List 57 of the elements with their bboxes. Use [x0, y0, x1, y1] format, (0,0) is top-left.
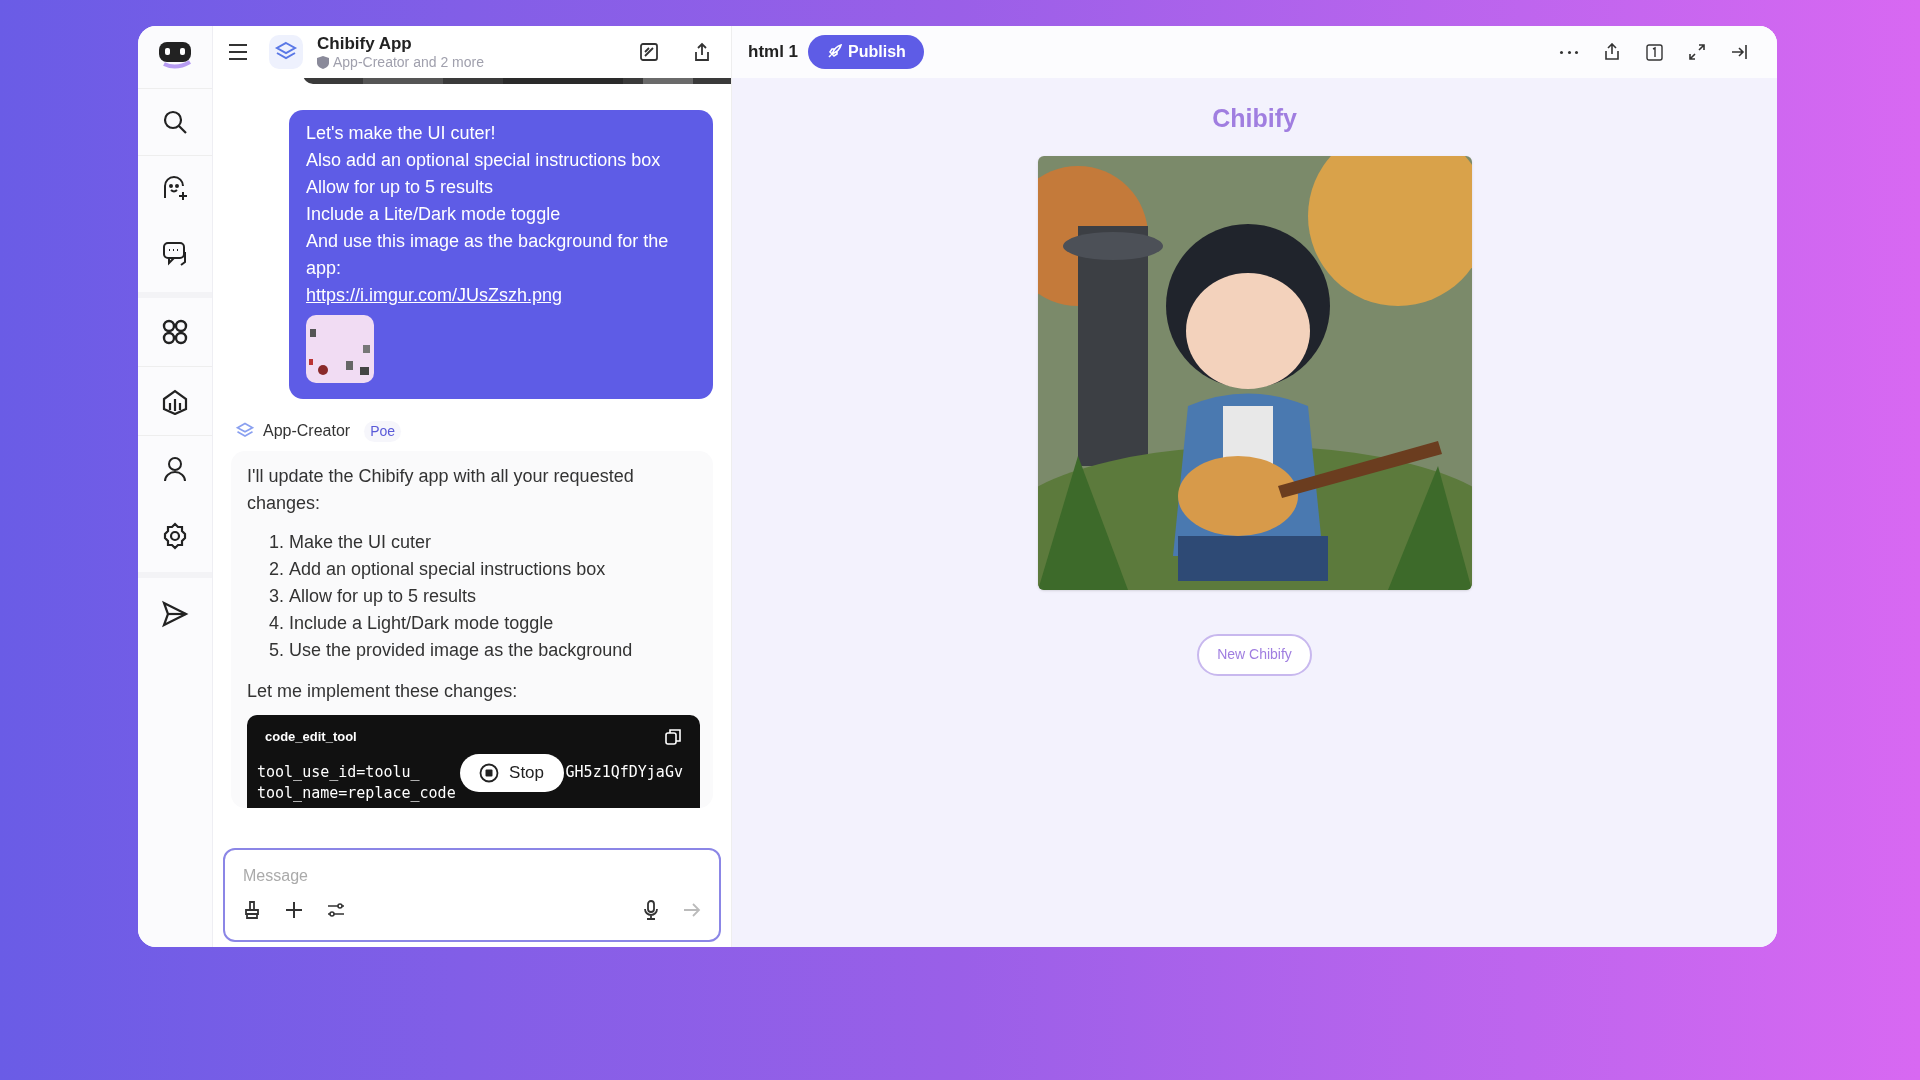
bot-name[interactable]: App-Creator: [263, 419, 351, 443]
list-item-text: Make the UI cuter: [289, 531, 432, 554]
person-icon[interactable]: [162, 456, 188, 482]
bot-badge: Poe: [364, 420, 402, 442]
list-number: 3.: [269, 585, 284, 608]
list-item-text: Allow for up to 5 results: [289, 585, 477, 608]
shield-icon: [317, 56, 329, 70]
chart-house-icon[interactable]: [161, 387, 189, 415]
list-number: 2.: [269, 558, 284, 581]
apps-icon[interactable]: [161, 318, 189, 346]
version-icon[interactable]: [1646, 43, 1663, 61]
message-text: I'll update the Chibify app with all your requested changes:: [247, 465, 635, 515]
code-text: tool_use_id=toolu_: [257, 762, 420, 783]
app-title: Chibify App: [317, 32, 413, 54]
message-field[interactable]: Message: [243, 864, 701, 888]
rocket-icon: [826, 44, 843, 60]
list-number: 4.: [269, 612, 284, 635]
publish-button[interactable]: Publish: [808, 35, 924, 69]
settings-icon[interactable]: [161, 522, 189, 550]
code-text: tool_name=replace_code: [257, 783, 457, 804]
message-text: Also add an optional special instructions box: [306, 149, 662, 172]
new-chibify-button[interactable]: New Chibify: [1197, 633, 1312, 676]
send-icon[interactable]: [161, 600, 189, 628]
app-logo-icon: [269, 35, 303, 69]
expand-icon[interactable]: [1689, 44, 1705, 60]
image-link[interactable]: https://i.imgur.com/JUsZszh.png: [306, 285, 563, 305]
copy-icon[interactable]: [664, 727, 682, 746]
share-icon[interactable]: [693, 42, 711, 62]
message-text: Include a Lite/Dark mode toggle: [306, 203, 562, 226]
list-item-text: Include a Light/Dark mode toggle: [289, 612, 554, 635]
list-item-text: Use the provided image as the background: [289, 639, 633, 662]
microphone-icon[interactable]: [643, 900, 659, 920]
app-subtitle[interactable]: App-Creator and 2 more: [333, 53, 484, 72]
edit-icon[interactable]: [639, 42, 659, 62]
sliders-icon[interactable]: [327, 901, 345, 919]
share-icon[interactable]: [1604, 43, 1620, 61]
code-text: GH5z1QfDYjaGv: [565, 762, 683, 783]
collapse-panel-icon[interactable]: [1731, 44, 1747, 60]
message-text: Allow for up to 5 results: [306, 176, 495, 199]
app-heading: Chibify: [1212, 103, 1297, 134]
bot-plus-icon[interactable]: [161, 174, 189, 202]
list-number: 1.: [269, 531, 284, 554]
chat-icon[interactable]: [161, 240, 189, 268]
brush-icon[interactable]: [243, 900, 261, 920]
plus-icon[interactable]: [285, 901, 303, 919]
message-text: Let me implement these changes:: [247, 680, 519, 703]
message-text: Let's make the UI cuter!: [306, 122, 497, 145]
menu-icon[interactable]: [227, 41, 249, 63]
code-title: code_edit_tool: [265, 728, 357, 746]
message-text: And use this image as the background for the app:: [306, 230, 670, 280]
search-icon[interactable]: [162, 109, 188, 135]
file-tab[interactable]: html 1: [748, 39, 799, 65]
list-item-text: Add an optional special instructions box: [289, 558, 606, 581]
stop-button[interactable]: Stop: [459, 753, 564, 792]
more-icon[interactable]: [1560, 50, 1578, 54]
list-number: 5.: [269, 639, 284, 662]
stop-icon: [479, 762, 500, 783]
